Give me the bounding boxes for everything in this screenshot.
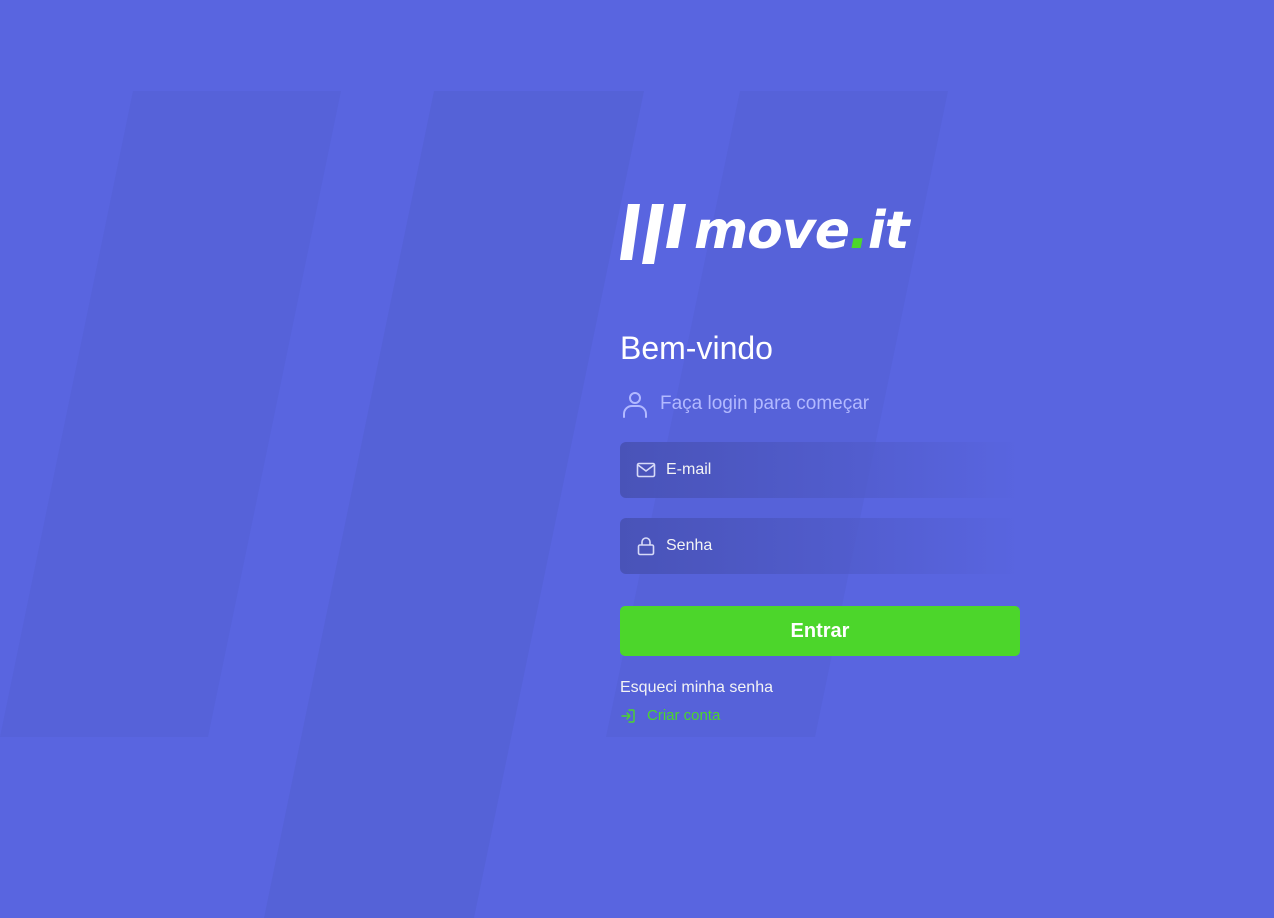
forgot-password-link[interactable]: Esqueci minha senha xyxy=(620,678,1020,698)
user-icon xyxy=(623,392,647,418)
log-in-icon xyxy=(621,709,635,723)
create-account-label: Criar conta xyxy=(647,707,721,724)
logo: move.it xyxy=(620,201,913,264)
logo-text-end: it xyxy=(868,201,912,261)
svg-text:move.it: move.it xyxy=(694,201,912,261)
logo-text-main: move xyxy=(694,201,849,261)
login-panel: move.it Bem-vindo Faça login para começa… xyxy=(620,198,1020,726)
logo-text-dot: . xyxy=(849,201,868,261)
create-account-link[interactable]: Criar conta xyxy=(620,706,1020,726)
lock-icon xyxy=(637,537,655,556)
password-input[interactable] xyxy=(666,526,996,566)
mail-icon xyxy=(636,462,656,478)
email-input[interactable] xyxy=(666,450,996,490)
subtitle-row: Faça login para começar xyxy=(620,388,1020,420)
password-field[interactable] xyxy=(620,518,1020,574)
submit-button[interactable]: Entrar xyxy=(620,606,1020,656)
subtitle-text: Faça login para começar xyxy=(660,393,870,414)
page-title: Bem-vindo xyxy=(620,330,773,366)
email-field[interactable] xyxy=(620,442,1020,498)
